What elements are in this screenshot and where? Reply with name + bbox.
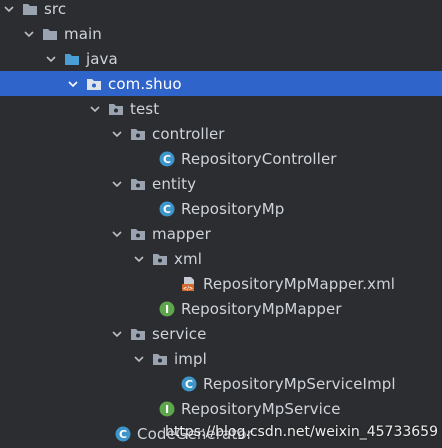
tree-node-repository-mp[interactable]: C RepositoryMp xyxy=(0,196,442,221)
tree-node-label: service xyxy=(152,324,207,343)
tree-node-label: RepositoryMpService xyxy=(181,399,341,418)
chevron-down-icon[interactable] xyxy=(22,27,36,41)
svg-text:I: I xyxy=(165,303,169,316)
tree-node-repository-controller[interactable]: C RepositoryController xyxy=(0,146,442,171)
tree-node-label: RepositoryMpMapper xyxy=(181,299,342,318)
package-icon xyxy=(108,101,124,117)
class-icon: C xyxy=(115,426,131,442)
package-icon xyxy=(152,351,168,367)
tree-node-label: main xyxy=(64,24,102,43)
chevron-down-icon[interactable] xyxy=(88,102,102,116)
package-icon xyxy=(152,251,168,267)
tree-node-src[interactable]: src xyxy=(0,0,442,21)
tree-node-repository-mp-service-impl[interactable]: C RepositoryMpServiceImpl xyxy=(0,371,442,396)
tree-node-label: xml xyxy=(174,249,202,268)
tree-node-java[interactable]: java xyxy=(0,46,442,71)
tree-node-entity[interactable]: entity xyxy=(0,171,442,196)
chevron-down-icon[interactable] xyxy=(2,2,16,16)
tree-node-label: RepositoryMpMapper.xml xyxy=(203,274,396,293)
tree-node-mapper[interactable]: mapper xyxy=(0,221,442,246)
xml-file-icon: </> xyxy=(181,276,197,292)
tree-node-label: java xyxy=(86,49,118,68)
interface-icon: I xyxy=(159,401,175,417)
chevron-down-icon[interactable] xyxy=(44,52,58,66)
svg-text:C: C xyxy=(163,203,171,216)
svg-text:C: C xyxy=(185,378,193,391)
package-icon xyxy=(130,226,146,242)
source-folder-icon xyxy=(64,51,80,67)
folder-icon xyxy=(22,1,38,17)
tree-node-label: mapper xyxy=(152,224,211,243)
package-icon xyxy=(130,126,146,142)
chevron-down-icon[interactable] xyxy=(132,252,146,266)
interface-icon: I xyxy=(159,301,175,317)
package-icon xyxy=(130,326,146,342)
package-icon xyxy=(130,176,146,192)
package-icon xyxy=(86,76,102,92)
svg-text:C: C xyxy=(163,153,171,166)
chevron-down-icon[interactable] xyxy=(110,127,124,141)
class-icon: C xyxy=(159,201,175,217)
chevron-down-icon[interactable] xyxy=(110,227,124,241)
svg-text:C: C xyxy=(119,428,127,441)
tree-node-label: controller xyxy=(152,124,225,143)
chevron-down-icon[interactable] xyxy=(66,77,80,91)
tree-node-service[interactable]: service xyxy=(0,321,442,346)
class-icon: C xyxy=(181,376,197,392)
tree-node-label: RepositoryMpServiceImpl xyxy=(203,374,396,393)
chevron-down-icon[interactable] xyxy=(110,177,124,191)
tree-node-label: test xyxy=(130,99,160,118)
chevron-down-icon[interactable] xyxy=(110,327,124,341)
tree-node-label: com.shuo xyxy=(108,74,182,93)
svg-text:</>: </> xyxy=(183,286,193,292)
chevron-down-icon[interactable] xyxy=(132,352,146,366)
tree-node-repository-mp-service[interactable]: I RepositoryMpService xyxy=(0,396,442,421)
folder-icon xyxy=(42,26,58,42)
tree-node-com-shuo[interactable]: com.shuo xyxy=(0,71,442,96)
tree-node-label: RepositoryMp xyxy=(181,199,285,218)
tree-node-label: impl xyxy=(174,349,207,368)
tree-node-main[interactable]: main xyxy=(0,21,442,46)
svg-text:I: I xyxy=(165,403,169,416)
tree-node-label: src xyxy=(44,0,67,18)
tree-node-label: RepositoryController xyxy=(181,149,337,168)
tree-node-test[interactable]: test xyxy=(0,96,442,121)
tree-node-xml[interactable]: xml xyxy=(0,246,442,271)
tree-node-repository-mp-mapper[interactable]: I RepositoryMpMapper xyxy=(0,296,442,321)
tree-node-label: entity xyxy=(152,174,197,193)
tree-node-repository-mp-mapper-xml[interactable]: </> RepositoryMpMapper.xml xyxy=(0,271,442,296)
class-icon: C xyxy=(159,151,175,167)
tree-node-controller[interactable]: controller xyxy=(0,121,442,146)
tree-node-impl[interactable]: impl xyxy=(0,346,442,371)
watermark-url: https://blog.csdn.net/weixin_45733659 xyxy=(164,424,438,440)
